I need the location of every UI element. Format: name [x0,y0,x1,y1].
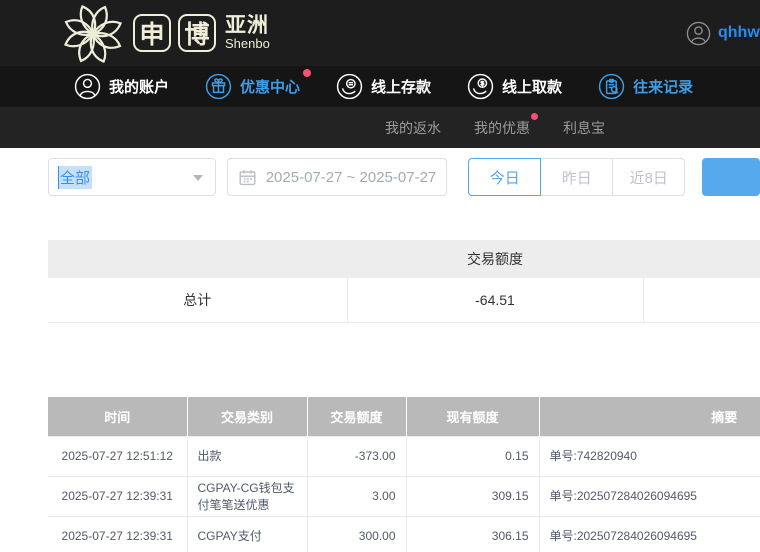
nav-label: 我的账户 [109,76,169,97]
subnav-item-my-promos[interactable]: 我的优惠 [474,118,530,138]
table-row: 2025-07-27 12:39:31 CGPAY支付 300.00 306.1… [48,517,760,552]
summary-header-empty [48,240,347,278]
filter-bar: 全部 2025-07-27 ~ 2025-07-27 今日 昨日 近8日 [48,158,760,196]
subnav-label: 利息宝 [563,120,605,136]
main-nav: 我的账户 优惠中心 线上存款 [0,66,760,107]
cell-memo: 单号:202507284026094695 [539,477,760,517]
cell-type: 出款 [187,437,307,477]
cell-memo: 单号:742820940 [539,437,760,477]
today-button[interactable]: 今日 [468,158,541,196]
summary-header-empty [643,240,760,278]
nav-item-deposit[interactable]: 线上存款 [336,73,431,100]
logo-subtitle: Shenbo [225,36,270,51]
subnav-item-interest[interactable]: 利息宝 [563,118,605,138]
nav-item-my-account[interactable]: 我的账户 [74,73,169,100]
col-header-type: 交易类别 [187,397,307,437]
type-select[interactable]: 全部 [48,158,216,196]
deposit-icon [336,73,363,100]
nav-label: 优惠中心 [240,76,300,97]
logo-region: 亚洲 [225,15,270,36]
notification-dot [303,69,311,77]
cell-balance: 0.15 [406,437,539,477]
summary-total-row: 总计 -64.51 [48,278,760,322]
top-header: 申 博 亚洲 Shenbo qhhw [0,0,760,66]
summary-total-label: 总计 [48,278,347,322]
gift-icon [205,73,232,100]
notification-dot [531,113,538,120]
cell-time: 2025-07-27 12:39:31 [48,517,187,552]
summary-header-amount: 交易额度 [347,240,643,278]
nav-label: 线上取款 [502,76,562,97]
col-header-amount: 交易额度 [307,397,406,437]
summary-total-value: -64.51 [347,278,643,322]
cell-balance: 309.15 [406,477,539,517]
nav-label: 往来记录 [633,76,693,97]
cell-memo: 单号:202507284026094695 [539,517,760,552]
col-header-balance: 现有额度 [406,397,539,437]
calendar-icon [238,168,257,187]
flower-logo-icon [60,3,126,63]
subnav-item-rebate[interactable]: 我的返水 [385,118,441,138]
logo-char-box-2: 博 [178,14,216,52]
cell-amount: -373.00 [307,437,406,477]
summary-header-row: 交易额度 [48,240,760,278]
cell-type: CGPAY-CG钱包支付笔笔送优惠 [187,477,307,517]
type-select-value: 全部 [58,166,92,189]
user-icon [74,73,101,100]
nav-item-withdraw[interactable]: $ 线上取款 [467,73,562,100]
transactions-table: 时间 交易类别 交易额度 现有额度 摘要 2025-07-27 12:51:12… [48,397,760,552]
subnav-label: 我的优惠 [474,120,530,136]
table-row: 2025-07-27 12:39:31 CGPAY-CG钱包支付笔笔送优惠 3.… [48,477,760,517]
cell-type: CGPAY支付 [187,517,307,552]
last-8-days-button[interactable]: 近8日 [612,158,685,196]
logo-text-block: 亚洲 Shenbo [225,15,270,51]
svg-text:$: $ [481,80,485,87]
caret-down-icon [193,175,203,181]
cell-amount: 300.00 [307,517,406,552]
cell-time: 2025-07-27 12:51:12 [48,437,187,477]
date-range-input[interactable]: 2025-07-27 ~ 2025-07-27 [227,158,448,196]
cell-balance: 306.15 [406,517,539,552]
date-range-value: 2025-07-27 ~ 2025-07-27 [266,169,437,186]
nav-item-promotions[interactable]: 优惠中心 [205,73,300,100]
logo-char-box-1: 申 [133,14,171,52]
nav-label: 线上存款 [371,76,431,97]
logo-char-2: 博 [184,15,209,51]
header-user[interactable]: qhhw [686,0,760,66]
yesterday-button[interactable]: 昨日 [540,158,613,196]
withdraw-icon: $ [467,73,494,100]
logo-char-1: 申 [139,15,164,51]
table-row: 2025-07-27 12:51:12 出款 -373.00 0.15 单号:7… [48,437,760,477]
col-header-time: 时间 [48,397,187,437]
cell-amount: 3.00 [307,477,406,517]
sub-nav: 我的返水 我的优惠 利息宝 [0,107,760,148]
brand-logo[interactable]: 申 博 亚洲 Shenbo [60,3,270,63]
quick-range-group: 今日 昨日 近8日 [468,158,685,196]
avatar-icon [686,21,711,46]
search-button[interactable] [702,158,760,196]
cell-time: 2025-07-27 12:39:31 [48,477,187,517]
records-icon [598,73,625,100]
username[interactable]: qhhw [718,24,760,42]
summary-table: 交易额度 总计 -64.51 [48,240,760,323]
summary-total-empty [643,278,760,322]
main-content: 全部 2025-07-27 ~ 2025-07-27 今日 昨日 近8日 [0,148,760,552]
col-header-memo: 摘要 [539,397,760,437]
transactions-header-row: 时间 交易类别 交易额度 现有额度 摘要 [48,397,760,437]
page: 申 博 亚洲 Shenbo qhhw 我的账户 [0,0,760,552]
subnav-label: 我的返水 [385,120,441,136]
nav-item-transaction-records[interactable]: 往来记录 [598,73,693,100]
